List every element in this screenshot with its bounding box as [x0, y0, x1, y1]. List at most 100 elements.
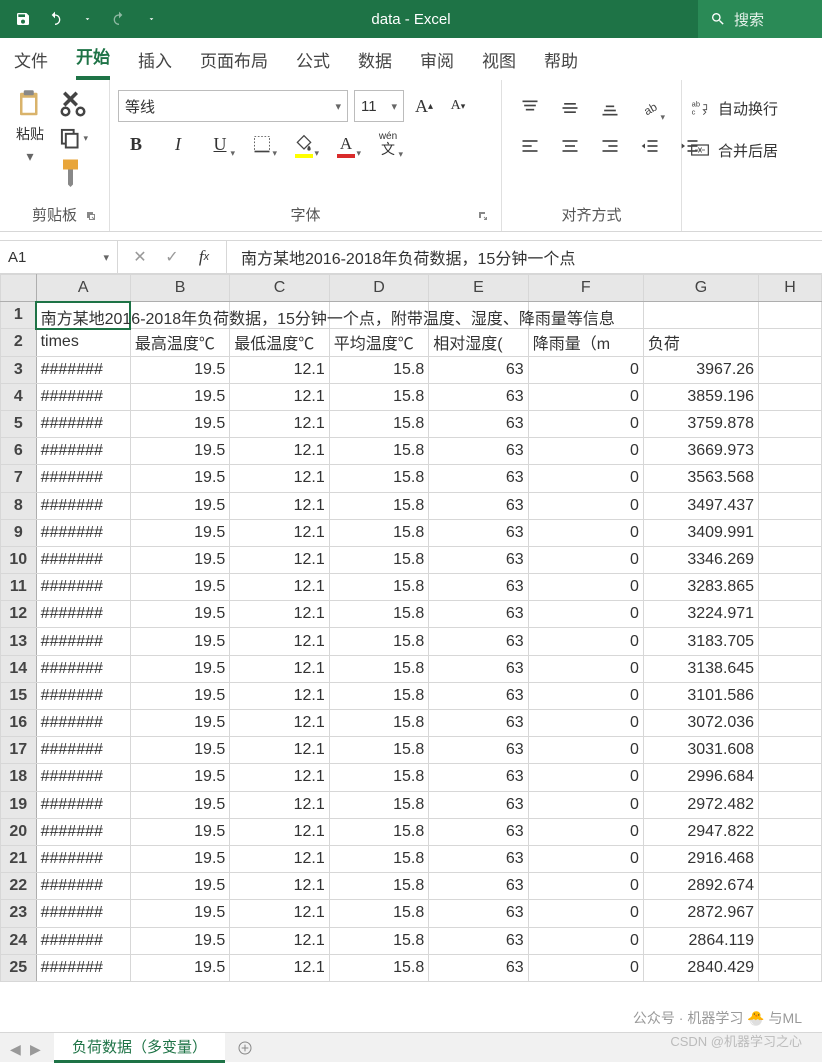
align-right-button[interactable]: [596, 132, 624, 160]
align-bottom-button[interactable]: [596, 94, 624, 122]
cell-E2[interactable]: 相对湿度(: [429, 329, 528, 356]
cell-F5[interactable]: 0: [528, 410, 643, 437]
cell-B22[interactable]: 19.5: [130, 873, 229, 900]
cell-H1[interactable]: [759, 302, 822, 329]
cell-G2[interactable]: 负荷: [643, 329, 758, 356]
tab-layout[interactable]: 页面布局: [200, 47, 268, 80]
row-header-25[interactable]: 25: [1, 954, 37, 981]
cell-F10[interactable]: 0: [528, 546, 643, 573]
cell-E15[interactable]: 63: [429, 682, 528, 709]
align-middle-button[interactable]: [556, 94, 584, 122]
increase-font-button[interactable]: A▴: [410, 92, 438, 120]
cell-C2[interactable]: 最低温度℃: [230, 329, 329, 356]
cell-A16[interactable]: #######: [36, 710, 130, 737]
row-header-24[interactable]: 24: [1, 927, 37, 954]
cell-F18[interactable]: 0: [528, 764, 643, 791]
cell-G4[interactable]: 3859.196: [643, 383, 758, 410]
col-header-D[interactable]: D: [329, 275, 428, 302]
cell-E12[interactable]: 63: [429, 601, 528, 628]
tab-help[interactable]: 帮助: [544, 47, 578, 80]
cell-B12[interactable]: 19.5: [130, 601, 229, 628]
cell-G12[interactable]: 3224.971: [643, 601, 758, 628]
row-header-5[interactable]: 5: [1, 410, 37, 437]
cell-F21[interactable]: 0: [528, 845, 643, 872]
cell-D19[interactable]: 15.8: [329, 791, 428, 818]
cell-F3[interactable]: 0: [528, 356, 643, 383]
italic-button[interactable]: I: [164, 130, 192, 158]
cell-F8[interactable]: 0: [528, 492, 643, 519]
cell-C13[interactable]: 12.1: [230, 628, 329, 655]
cell-H25[interactable]: [759, 954, 822, 981]
cell-E20[interactable]: 63: [429, 818, 528, 845]
cell-D14[interactable]: 15.8: [329, 655, 428, 682]
wrap-text-button[interactable]: abc自动换行: [690, 90, 778, 126]
cell-G1[interactable]: [643, 302, 758, 329]
cell-B14[interactable]: 19.5: [130, 655, 229, 682]
cell-F20[interactable]: 0: [528, 818, 643, 845]
enter-formula-button[interactable]: ✓: [160, 245, 184, 269]
cell-D25[interactable]: 15.8: [329, 954, 428, 981]
font-size-select[interactable]: 11▾: [354, 90, 404, 122]
border-button[interactable]: ▾: [248, 130, 276, 158]
cell-B24[interactable]: 19.5: [130, 927, 229, 954]
cell-D3[interactable]: 15.8: [329, 356, 428, 383]
cell-B21[interactable]: 19.5: [130, 845, 229, 872]
add-sheet-button[interactable]: [231, 1034, 259, 1062]
cell-E14[interactable]: 63: [429, 655, 528, 682]
cell-H15[interactable]: [759, 682, 822, 709]
col-header-H[interactable]: H: [759, 275, 822, 302]
cell-B18[interactable]: 19.5: [130, 764, 229, 791]
cell-A4[interactable]: #######: [36, 383, 130, 410]
cell-E25[interactable]: 63: [429, 954, 528, 981]
cell-H19[interactable]: [759, 791, 822, 818]
cell-D10[interactable]: 15.8: [329, 546, 428, 573]
cell-D5[interactable]: 15.8: [329, 410, 428, 437]
cell-B16[interactable]: 19.5: [130, 710, 229, 737]
col-header-F[interactable]: F: [528, 275, 643, 302]
cell-F23[interactable]: 0: [528, 900, 643, 927]
cell-D21[interactable]: 15.8: [329, 845, 428, 872]
cell-G25[interactable]: 2840.429: [643, 954, 758, 981]
underline-button[interactable]: U▾: [206, 130, 234, 158]
cell-H4[interactable]: [759, 383, 822, 410]
cell-H20[interactable]: [759, 818, 822, 845]
cell-C11[interactable]: 12.1: [230, 574, 329, 601]
cell-C3[interactable]: 12.1: [230, 356, 329, 383]
row-header-1[interactable]: 1: [1, 302, 37, 329]
tab-file[interactable]: 文件: [14, 47, 48, 80]
cell-D2[interactable]: 平均温度℃: [329, 329, 428, 356]
align-center-button[interactable]: [556, 132, 584, 160]
cell-A13[interactable]: #######: [36, 628, 130, 655]
cell-D9[interactable]: 15.8: [329, 519, 428, 546]
cell-C7[interactable]: 12.1: [230, 465, 329, 492]
cell-G7[interactable]: 3563.568: [643, 465, 758, 492]
orientation-button[interactable]: ab▾: [636, 94, 664, 122]
row-header-20[interactable]: 20: [1, 818, 37, 845]
sheet-tab-active[interactable]: 负荷数据（多变量）: [54, 1033, 225, 1063]
cell-H21[interactable]: [759, 845, 822, 872]
cell-B11[interactable]: 19.5: [130, 574, 229, 601]
cell-G15[interactable]: 3101.586: [643, 682, 758, 709]
cell-F17[interactable]: 0: [528, 737, 643, 764]
col-header-B[interactable]: B: [130, 275, 229, 302]
cell-D23[interactable]: 15.8: [329, 900, 428, 927]
align-top-button[interactable]: [516, 94, 544, 122]
cell-A2[interactable]: times: [36, 329, 130, 356]
merge-center-button[interactable]: 合并后居: [690, 132, 778, 168]
cell-F6[interactable]: 0: [528, 438, 643, 465]
cell-D8[interactable]: 15.8: [329, 492, 428, 519]
cell-A15[interactable]: #######: [36, 682, 130, 709]
cell-F4[interactable]: 0: [528, 383, 643, 410]
cell-D15[interactable]: 15.8: [329, 682, 428, 709]
cell-G6[interactable]: 3669.973: [643, 438, 758, 465]
insert-function-button[interactable]: fx: [192, 245, 216, 269]
cell-C16[interactable]: 12.1: [230, 710, 329, 737]
cell-H3[interactable]: [759, 356, 822, 383]
cell-H10[interactable]: [759, 546, 822, 573]
cell-E11[interactable]: 63: [429, 574, 528, 601]
cell-A3[interactable]: #######: [36, 356, 130, 383]
spreadsheet-grid[interactable]: ABCDEFGH1南方某地2016-2018年负荷数据，15分钟一个点，附带温度…: [0, 274, 822, 1030]
cell-B3[interactable]: 19.5: [130, 356, 229, 383]
cell-A20[interactable]: #######: [36, 818, 130, 845]
cell-E8[interactable]: 63: [429, 492, 528, 519]
